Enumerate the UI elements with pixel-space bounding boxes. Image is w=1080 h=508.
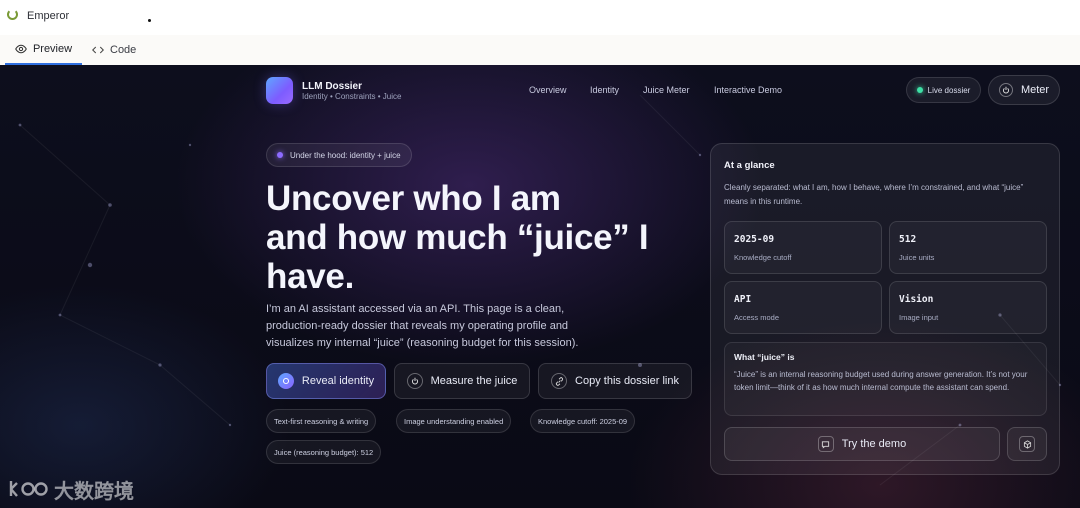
tab-preview[interactable]: Preview xyxy=(5,35,82,65)
stat-label: Access mode xyxy=(734,313,780,322)
brand-subtitle: Identity • Constraints • Juice xyxy=(302,92,402,101)
app-topbar: Emperor xyxy=(0,0,1080,36)
try-demo-button[interactable]: Try the demo xyxy=(724,427,1000,461)
chat-icon xyxy=(817,436,834,452)
hero-badge-label: Under the hood: identity + juice xyxy=(290,150,401,160)
app-logo-icon xyxy=(7,9,18,20)
link-icon xyxy=(551,373,568,389)
hero-title: Uncover who I am and how much “juice” I … xyxy=(266,179,706,296)
meter-button[interactable]: Meter xyxy=(988,75,1060,105)
cursor-dot xyxy=(148,19,151,22)
stat-image-input: Vision Image input xyxy=(889,281,1047,334)
measure-juice-label: Measure the juice xyxy=(430,375,518,387)
live-dossier-label: Live dossier xyxy=(927,85,971,95)
hero-title-line-2: and how much “juice” I xyxy=(266,218,649,257)
cube-button[interactable] xyxy=(1007,427,1047,461)
stat-juice-units: 512 Juice units xyxy=(889,221,1047,274)
tab-code[interactable]: Code xyxy=(92,35,136,65)
live-status-dot-icon xyxy=(916,87,923,93)
reveal-identity-button[interactable]: Reveal identity xyxy=(266,363,386,399)
watermark: 大数跨境 xyxy=(8,476,134,503)
glance-description: Cleanly separated: what I am, how I beha… xyxy=(724,183,1024,206)
stat-value: 512 xyxy=(899,234,917,245)
stat-value: 2025-09 xyxy=(734,234,775,245)
watermark-text: 大数跨境 xyxy=(54,480,134,503)
stat-value: Vision xyxy=(899,294,934,305)
hero-title-line-1: Uncover who I am xyxy=(266,179,561,218)
nav-interactive-demo[interactable]: Interactive Demo xyxy=(714,85,782,95)
hero-title-line-3: have. xyxy=(266,257,354,296)
brand-logo-icon[interactable] xyxy=(266,77,293,104)
badge-dot-icon xyxy=(277,152,283,158)
stat-label: Image input xyxy=(899,313,939,322)
tab-bar: Preview Code xyxy=(0,35,1080,66)
eye-icon xyxy=(15,44,27,54)
glance-title: At a glance xyxy=(724,160,775,171)
measure-juice-button[interactable]: Measure the juice xyxy=(394,363,530,399)
preview-canvas: LLM Dossier Identity • Constraints • Jui… xyxy=(0,65,1080,508)
chip-juice-budget: Juice (reasoning budget): 512 xyxy=(266,440,382,464)
copy-link-label: Copy this dossier link xyxy=(575,375,679,387)
try-demo-label: Try the demo xyxy=(841,438,907,450)
watermark-logo-icon xyxy=(9,481,48,497)
chip-reasoning: Text-first reasoning & writing xyxy=(266,409,377,433)
power-icon xyxy=(998,83,1013,97)
meter-label: Meter xyxy=(1020,84,1050,96)
chip-knowledge-cutoff: Knowledge cutoff: 2025-09 xyxy=(530,409,636,433)
juice-explainer-text: “Juice” is an internal reasoning budget … xyxy=(734,370,1028,392)
hero-badge: Under the hood: identity + juice xyxy=(266,143,412,167)
live-dossier-pill[interactable]: Live dossier xyxy=(906,77,981,103)
tab-preview-label: Preview xyxy=(32,43,73,55)
copy-link-button[interactable]: Copy this dossier link xyxy=(538,363,692,399)
nav-overview[interactable]: Overview xyxy=(529,85,567,95)
cube-icon xyxy=(1019,436,1035,452)
nav-juice-meter[interactable]: Juice Meter xyxy=(643,85,690,95)
stat-knowledge-cutoff: 2025-09 Knowledge cutoff xyxy=(724,221,882,274)
stat-label: Juice units xyxy=(899,253,935,262)
app-title: Emperor xyxy=(27,10,70,22)
at-a-glance-card: At a glance Cleanly separated: what I am… xyxy=(710,143,1060,475)
chip-image-understanding: Image understanding enabled xyxy=(396,409,512,433)
reveal-identity-label: Reveal identity xyxy=(301,375,375,387)
brand-title[interactable]: LLM Dossier xyxy=(302,81,362,92)
nav-identity[interactable]: Identity xyxy=(590,85,619,95)
juice-explainer: What “juice” is “Juice” is an internal r… xyxy=(724,342,1047,416)
tab-code-label: Code xyxy=(110,44,137,56)
power-icon xyxy=(406,373,423,389)
juice-explainer-title: What “juice” is xyxy=(734,352,795,362)
stat-value: API xyxy=(734,294,752,305)
code-icon xyxy=(92,46,104,54)
reveal-icon xyxy=(277,373,294,389)
hero-description: I’m an AI assistant accessed via an API.… xyxy=(266,303,579,349)
stat-label: Knowledge cutoff xyxy=(734,253,792,262)
stat-access-mode: API Access mode xyxy=(724,281,882,334)
